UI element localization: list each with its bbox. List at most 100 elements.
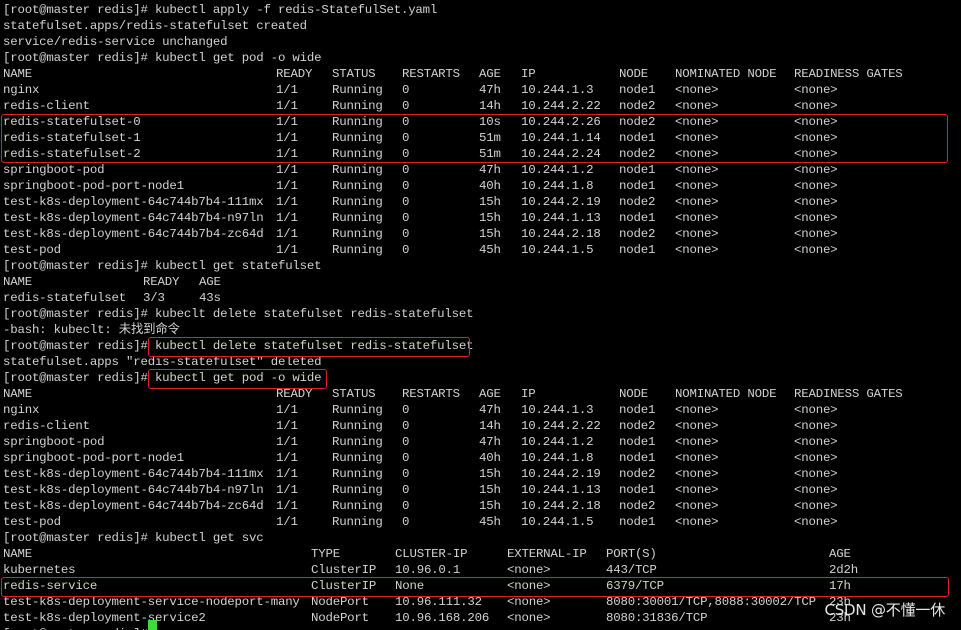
table-cell: <none> (794, 195, 838, 209)
table-cell: test-k8s-deployment-service2 (3, 611, 206, 625)
table-cell: AGE (479, 67, 501, 81)
table-cell: <none> (675, 195, 719, 209)
table-cell: Running (332, 179, 383, 193)
table-cell: <none> (794, 227, 838, 241)
table-cell: 8080:30001/TCP,8088:30002/TCP (606, 595, 816, 609)
table-cell: node2 (619, 147, 656, 161)
table-cell: 1/1 (276, 179, 298, 193)
terminal-window[interactable]: [root@master redis]# kubectl apply -f re… (0, 0, 961, 630)
table-cell: <none> (675, 435, 719, 449)
table-cell: redis-statefulset (3, 291, 127, 305)
table-cell: <none> (794, 467, 838, 481)
table-cell: <none> (794, 147, 838, 161)
table-cell: <none> (675, 227, 719, 241)
table-cell: <none> (675, 211, 719, 225)
table-cell: IP (521, 67, 536, 81)
table-cell: node1 (619, 211, 656, 225)
command-line: [root@master redis]# (3, 626, 155, 630)
table-cell: NODE (619, 387, 648, 401)
table-cell: <none> (507, 579, 551, 593)
table-cell: <none> (794, 499, 838, 513)
table-cell: 47h (479, 435, 501, 449)
table-cell: <none> (794, 99, 838, 113)
table-cell: PORT(S) (606, 547, 657, 561)
table-cell: 10.244.1.5 (521, 515, 594, 529)
table-cell: RESTARTS (402, 67, 460, 81)
table-cell: AGE (829, 547, 851, 561)
table-cell: 17h (829, 579, 851, 593)
table-cell: NOMINATED NODE (675, 67, 777, 81)
table-cell: node1 (619, 483, 656, 497)
table-cell: redis-client (3, 99, 90, 113)
table-cell: node1 (619, 179, 656, 193)
table-cell: redis-statefulset-1 (3, 131, 141, 145)
table-cell: <none> (507, 611, 551, 625)
table-cell: <none> (794, 403, 838, 417)
table-cell: 51m (479, 131, 501, 145)
command-line: [root@master redis]# kubectl apply -f re… (3, 3, 438, 17)
table-cell: <none> (794, 211, 838, 225)
table-cell: <none> (794, 483, 838, 497)
table-cell: 0 (402, 99, 410, 113)
table-cell: 15h (479, 467, 501, 481)
table-cell: 10.244.2.22 (521, 419, 601, 433)
table-cell: READINESS GATES (794, 67, 903, 81)
output-line: service/redis-service unchanged (3, 35, 228, 49)
table-cell: node2 (619, 195, 656, 209)
table-cell: Running (332, 467, 383, 481)
table-cell: 1/1 (276, 403, 298, 417)
output-line: -bash: kubeclt: 未找到命令 (3, 323, 180, 337)
table-cell: Running (332, 99, 383, 113)
table-cell: redis-statefulset-0 (3, 115, 141, 129)
table-cell: <none> (675, 483, 719, 497)
table-cell: 0 (402, 195, 410, 209)
table-cell: 1/1 (276, 131, 298, 145)
table-cell: test-pod (3, 243, 61, 257)
table-cell: node1 (619, 435, 656, 449)
table-cell: test-k8s-deployment-64c744b7b4-zc64d (3, 227, 264, 241)
table-cell: node2 (619, 467, 656, 481)
table-cell: <none> (507, 595, 551, 609)
table-cell: springboot-pod-port-node1 (3, 451, 184, 465)
table-cell: 1/1 (276, 211, 298, 225)
table-cell: NODE (619, 67, 648, 81)
table-cell: NAME (3, 275, 32, 289)
table-cell: <none> (675, 115, 719, 129)
table-cell: 10.244.1.2 (521, 435, 594, 449)
table-cell: Running (332, 147, 383, 161)
command-line: [root@master redis]# kubectl get svc (3, 531, 264, 545)
table-cell: STATUS (332, 67, 376, 81)
table-cell: 443/TCP (606, 563, 657, 577)
table-cell: 10.244.1.14 (521, 131, 601, 145)
table-cell: 0 (402, 403, 410, 417)
output-line: statefulset.apps "redis-statefulset" del… (3, 355, 322, 369)
table-cell: <none> (675, 467, 719, 481)
table-cell: NAME (3, 547, 32, 561)
table-cell: AGE (199, 275, 221, 289)
table-cell: springboot-pod-port-node1 (3, 179, 184, 193)
table-cell: <none> (675, 451, 719, 465)
table-cell: test-k8s-deployment-64c744b7b4-n97ln (3, 211, 264, 225)
table-cell: 0 (402, 499, 410, 513)
table-cell: 15h (479, 483, 501, 497)
table-cell: 1/1 (276, 83, 298, 97)
table-cell: 0 (402, 451, 410, 465)
table-cell: 10.244.1.3 (521, 83, 594, 97)
table-cell: node2 (619, 419, 656, 433)
table-cell: 10.244.2.26 (521, 115, 601, 129)
table-cell: <none> (794, 515, 838, 529)
table-cell: Running (332, 403, 383, 417)
table-cell: node1 (619, 451, 656, 465)
table-cell: 10.244.2.22 (521, 99, 601, 113)
command-line: [root@master redis]# kubectl get pod -o … (3, 51, 322, 65)
table-cell: NAME (3, 387, 32, 401)
table-cell: 10.244.1.8 (521, 179, 594, 193)
table-cell: nginx (3, 403, 40, 417)
table-cell: <none> (794, 179, 838, 193)
table-cell: 40h (479, 179, 501, 193)
table-cell: AGE (479, 387, 501, 401)
table-cell: 0 (402, 179, 410, 193)
table-cell: Running (332, 211, 383, 225)
table-cell: 10.244.2.19 (521, 467, 601, 481)
table-cell: ClusterIP (311, 579, 377, 593)
